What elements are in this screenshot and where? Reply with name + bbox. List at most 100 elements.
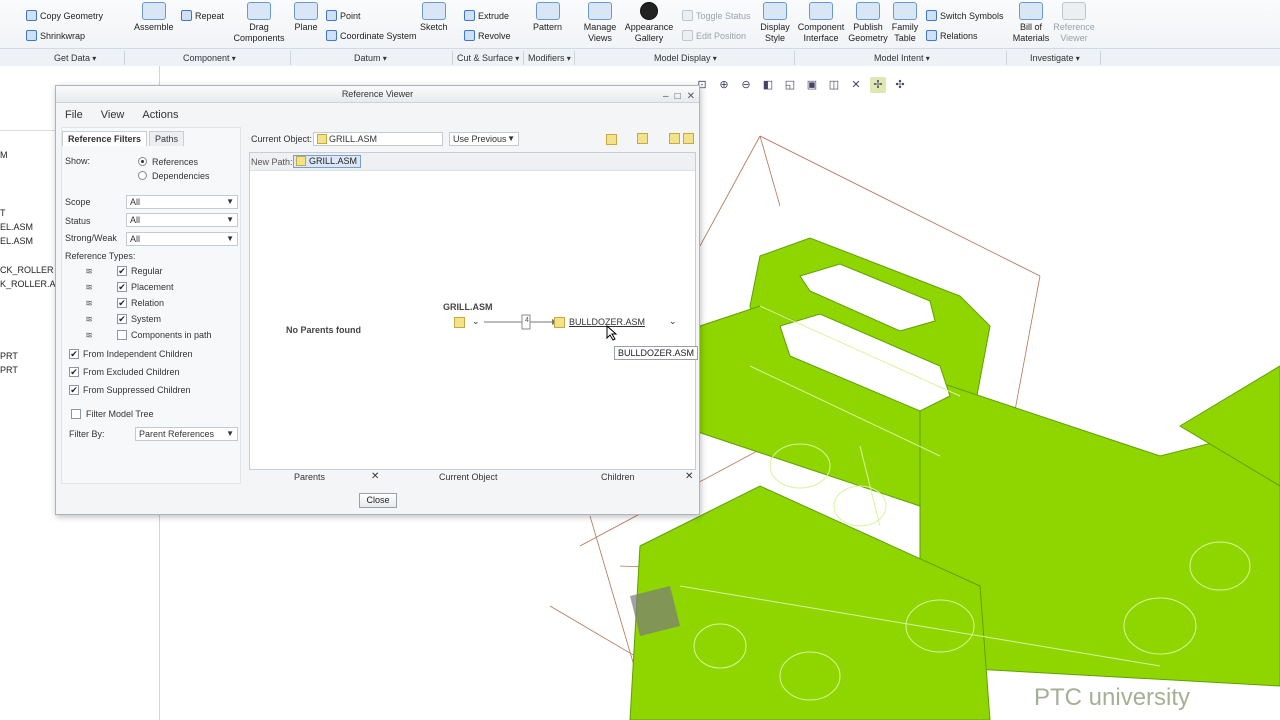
group-model-intent[interactable]: Model Intent — [874, 53, 930, 63]
shrinkwrap-button[interactable]: Shrinkwrap — [26, 30, 85, 41]
group-investigate[interactable]: Investigate — [1030, 53, 1080, 63]
group-model-display[interactable]: Model Display — [654, 53, 717, 63]
status-select[interactable]: All ▼ — [126, 213, 238, 227]
close-parents-icon[interactable]: ✕ — [371, 471, 379, 482]
component-interface-button[interactable]: Component Interface — [797, 2, 845, 44]
current-object-field[interactable]: GRILL.ASM — [313, 132, 443, 146]
publish-geometry-button[interactable]: Publish Geometry — [848, 2, 888, 44]
bill-of-materials-button[interactable]: Bill of Materials — [1012, 2, 1050, 44]
components-in-path-checkbox[interactable] — [117, 330, 127, 340]
pattern-button[interactable]: Pattern — [533, 2, 562, 33]
saved-views-icon[interactable]: ▣ — [804, 77, 820, 93]
point-icon — [326, 10, 337, 21]
assemble-button[interactable]: Assemble — [134, 2, 174, 33]
dependencies-radio[interactable] — [138, 171, 147, 180]
close-button[interactable]: Close — [359, 493, 397, 508]
from-suppressed-checkbox[interactable]: ✔ — [69, 385, 79, 395]
copy-geometry-icon — [26, 10, 37, 21]
display-mode-icon[interactable]: ◫ — [826, 77, 842, 93]
family-table-button[interactable]: Family Table — [890, 2, 920, 44]
close-children-icon[interactable]: ✕ — [685, 471, 693, 482]
save-icon[interactable] — [669, 133, 680, 144]
filter-by-value: Parent References — [139, 429, 215, 439]
group-cut-surface[interactable]: Cut & Surface — [457, 53, 519, 63]
relations-button[interactable]: Relations — [926, 30, 978, 41]
reorient-icon[interactable]: ◱ — [782, 77, 798, 93]
menu-file[interactable]: File — [56, 104, 92, 126]
expand-icon[interactable] — [606, 134, 617, 145]
revolve-button[interactable]: Revolve — [464, 30, 511, 41]
extrude-button[interactable]: Extrude — [464, 10, 509, 21]
placement-checkbox[interactable]: ✔ — [117, 282, 127, 292]
graph-footer: Parents ✕ Current Object Children ✕ — [249, 471, 696, 485]
menu-view[interactable]: View — [92, 104, 134, 126]
drag-components-button[interactable]: Drag Components — [232, 2, 286, 44]
tree-item[interactable]: T — [0, 208, 6, 218]
scope-select[interactable]: All ▼ — [126, 195, 238, 209]
group-datum[interactable]: Datum — [354, 53, 387, 63]
tree-item[interactable]: EL.ASM — [0, 236, 33, 246]
sketch-button[interactable]: Sketch — [420, 2, 448, 33]
ribbon: Copy Geometry Shrinkwrap Assemble Repeat… — [0, 0, 1280, 66]
tree-item[interactable]: PRT — [0, 351, 18, 361]
components-in-path-label: Components in path — [131, 330, 212, 340]
parents-column-label: Parents — [294, 472, 326, 482]
child-node-chevron-icon[interactable]: ⌄ — [669, 316, 677, 327]
child-node-icon[interactable] — [554, 317, 565, 328]
reference-viewer-button[interactable]: Reference Viewer — [1052, 2, 1096, 44]
sphere-icon — [640, 2, 658, 20]
zoom-in-icon[interactable]: ⊕ — [716, 77, 732, 93]
expand-node-icon[interactable]: ⌄ — [472, 316, 480, 327]
group-modifiers[interactable]: Modifiers — [528, 53, 571, 63]
switch-symbols-button[interactable]: Switch Symbols — [926, 10, 1004, 21]
filter-model-tree-checkbox[interactable] — [71, 409, 81, 419]
references-radio[interactable] — [138, 157, 147, 166]
strongweak-select[interactable]: All ▼ — [126, 232, 238, 246]
minimize-icon[interactable]: – — [663, 88, 669, 105]
tree-item[interactable]: EL.ASM — [0, 222, 33, 232]
tree-item[interactable]: K_ROLLER.A — [0, 279, 56, 289]
plane-button[interactable]: Plane — [294, 2, 318, 33]
tab-reference-filters[interactable]: Reference Filters — [62, 131, 148, 146]
center-node-icon[interactable] — [454, 317, 465, 328]
group-get-data[interactable]: Get Data — [54, 53, 96, 63]
tree-item[interactable]: M — [0, 150, 8, 160]
zoom-out-icon[interactable]: ⊖ — [738, 77, 754, 93]
group-component[interactable]: Component — [183, 53, 236, 63]
appearance-gallery-button[interactable]: Appearance Gallery — [624, 2, 674, 44]
reference-type-icon: ≋ — [85, 282, 93, 292]
repeat-button[interactable]: Repeat — [181, 10, 224, 21]
display-style-button[interactable]: Display Style — [758, 2, 792, 44]
relation-checkbox[interactable]: ✔ — [117, 298, 127, 308]
coordinate-system-button[interactable]: Coordinate System — [326, 30, 417, 41]
use-previous-select[interactable]: Use Previous ▼ — [449, 132, 519, 146]
reference-graph[interactable]: New Path: GRILL.ASM No Parents found GRI… — [249, 152, 699, 470]
system-checkbox[interactable]: ✔ — [117, 314, 127, 324]
repaint-icon[interactable]: ◧ — [760, 77, 776, 93]
layout-icon[interactable] — [637, 133, 648, 144]
copy-geometry-button[interactable]: Copy Geometry — [26, 10, 103, 21]
filter-model-tree-label: Filter Model Tree — [86, 409, 154, 419]
menu-actions[interactable]: Actions — [133, 104, 187, 126]
print-icon[interactable] — [683, 133, 694, 144]
tab-paths[interactable]: Paths — [149, 131, 185, 146]
tree-item[interactable]: CK_ROLLER — [0, 265, 54, 275]
current-object-column-label: Current Object — [439, 472, 498, 482]
maximize-icon[interactable]: □ — [675, 88, 681, 105]
new-path-crumb[interactable]: GRILL.ASM — [293, 155, 362, 168]
manage-views-button[interactable]: Manage Views — [580, 2, 620, 44]
annotation-display-icon[interactable]: ✣ — [892, 77, 908, 93]
edit-position-button[interactable]: Edit Position — [682, 30, 746, 41]
display-style-icon — [763, 2, 787, 20]
regular-checkbox[interactable]: ✔ — [117, 266, 127, 276]
toggle-status-button[interactable]: Toggle Status — [682, 10, 751, 21]
datum-display-icon[interactable]: ✕ — [848, 77, 864, 93]
spin-center-icon[interactable]: ✢ — [870, 77, 886, 93]
from-excluded-checkbox[interactable]: ✔ — [69, 367, 79, 377]
dialog-titlebar[interactable]: Reference Viewer – □ ✕ — [56, 86, 699, 103]
filter-by-select[interactable]: Parent References ▼ — [135, 427, 238, 441]
tree-item[interactable]: PRT — [0, 365, 18, 375]
point-button[interactable]: Point — [326, 10, 361, 21]
close-icon[interactable]: ✕ — [687, 88, 695, 105]
from-independent-checkbox[interactable]: ✔ — [69, 349, 79, 359]
